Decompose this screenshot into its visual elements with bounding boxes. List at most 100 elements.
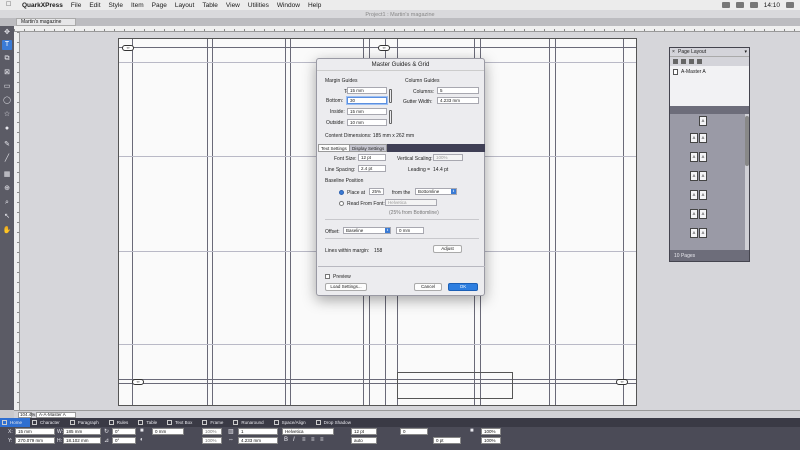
line-spacing-field[interactable]: 2.4 pt bbox=[358, 165, 386, 172]
opacity-field-1[interactable]: 100% bbox=[202, 428, 222, 435]
menu-utilities[interactable]: Utilities bbox=[248, 2, 269, 9]
gutter-field[interactable]: 4.233 mm bbox=[238, 437, 278, 444]
menu-table[interactable]: Table bbox=[202, 2, 218, 9]
page-thumb[interactable]: A bbox=[690, 152, 698, 162]
table-tool-icon[interactable]: ▦ bbox=[2, 170, 12, 180]
menu-layout[interactable]: Layout bbox=[175, 2, 195, 9]
menu-page[interactable]: Page bbox=[152, 2, 167, 9]
tab-text-settings[interactable]: Text Settings bbox=[318, 144, 350, 152]
page-thumb[interactable]: A bbox=[699, 228, 707, 238]
frame-width-field[interactable]: 0 mm bbox=[152, 428, 184, 435]
pages-area[interactable]: A A A A A A A A A A A A A bbox=[670, 114, 749, 250]
duplicate-page-icon[interactable] bbox=[681, 59, 686, 64]
apple-icon[interactable]:  bbox=[6, 1, 14, 9]
columns-field[interactable]: 1 bbox=[238, 428, 278, 435]
font-size-field[interactable]: 12 pt bbox=[358, 154, 386, 161]
tray-icon[interactable] bbox=[721, 2, 730, 8]
circle-tool-icon[interactable]: ● bbox=[2, 124, 12, 134]
scale-field-2[interactable]: 100% bbox=[481, 437, 501, 444]
tab-runaround[interactable]: Runaround bbox=[231, 418, 271, 427]
color-swatch-icon[interactable]: ■ bbox=[140, 428, 144, 434]
page-thumb[interactable]: A bbox=[699, 116, 707, 126]
new-page-icon[interactable] bbox=[673, 59, 678, 64]
page-thumb[interactable]: A bbox=[699, 152, 707, 162]
page-thumb[interactable]: A bbox=[699, 133, 707, 143]
tab-text-box[interactable]: Text Box bbox=[165, 418, 200, 427]
inside-margin-field[interactable]: 15 mm bbox=[347, 108, 387, 115]
bottom-margin-field[interactable]: 30 bbox=[347, 97, 387, 104]
chain-link-icon[interactable] bbox=[389, 89, 392, 103]
page-thumb[interactable]: A bbox=[690, 133, 698, 143]
menu-edit[interactable]: Edit bbox=[89, 2, 100, 9]
chain-link-icon[interactable]: ∞ bbox=[122, 45, 134, 51]
selected-text-box[interactable] bbox=[397, 372, 513, 399]
zoom-tool-icon[interactable]: ⌕ bbox=[2, 198, 12, 208]
kerning-field[interactable]: 0 bbox=[400, 428, 428, 435]
pages-scrollbar[interactable] bbox=[745, 114, 749, 250]
delete-page-icon[interactable] bbox=[697, 59, 702, 64]
chain-link-icon[interactable] bbox=[389, 110, 392, 124]
menu-help[interactable]: Help bbox=[308, 2, 321, 9]
wifi-icon[interactable] bbox=[735, 2, 744, 8]
tab-drop-shadow[interactable]: Drop Shadow bbox=[314, 418, 359, 427]
page-settings-icon[interactable] bbox=[689, 59, 694, 64]
font-field[interactable]: Helvetica bbox=[282, 428, 334, 435]
page-thumb[interactable]: A bbox=[690, 228, 698, 238]
bold-icon[interactable]: B bbox=[284, 437, 288, 443]
chain-link-icon[interactable]: ∞ bbox=[378, 45, 390, 51]
top-margin-field[interactable]: 15 mm bbox=[347, 87, 387, 94]
offset-mode-select[interactable]: Baseline ⇕ bbox=[343, 227, 391, 234]
gutter-field[interactable]: 4.233 mm bbox=[437, 97, 479, 104]
place-at-radio[interactable] bbox=[339, 190, 344, 195]
oval-tool-icon[interactable]: ◯ bbox=[2, 96, 12, 106]
master-item[interactable]: A-Master A bbox=[673, 69, 746, 75]
read-from-font-radio[interactable] bbox=[339, 201, 344, 206]
hand-tool-icon[interactable]: ✋ bbox=[2, 226, 12, 236]
align-center-icon[interactable]: ≡ bbox=[311, 437, 315, 443]
menu-item[interactable]: Item bbox=[131, 2, 144, 9]
outside-margin-field[interactable]: 10 mm bbox=[347, 119, 387, 126]
tab-space-align[interactable]: Space/Align bbox=[272, 418, 314, 427]
page-thumb[interactable]: A bbox=[699, 171, 707, 181]
picture-tool-icon[interactable]: ⊠ bbox=[2, 68, 12, 78]
read-from-font-field[interactable]: Helvetica bbox=[385, 199, 437, 206]
menu-view[interactable]: View bbox=[226, 2, 240, 9]
h-field[interactable]: 18.102 mm bbox=[63, 437, 101, 444]
tab-display-settings[interactable]: Display Settings bbox=[349, 144, 388, 152]
angle-field[interactable]: 0° bbox=[112, 428, 136, 435]
line-tool-icon[interactable]: ╱ bbox=[2, 154, 12, 164]
columns-field[interactable]: 5 bbox=[437, 87, 479, 94]
frame-tool-icon[interactable]: ▭ bbox=[2, 82, 12, 92]
battery-icon[interactable] bbox=[749, 2, 758, 8]
skew-field[interactable]: 0° bbox=[112, 437, 136, 444]
menu-file[interactable]: File bbox=[71, 2, 81, 9]
tab-paragraph[interactable]: Paragraph bbox=[68, 418, 107, 427]
tracking-field[interactable]: 0 pt bbox=[433, 437, 461, 444]
tab-table[interactable]: Table bbox=[136, 418, 165, 427]
place-at-field[interactable]: 25% bbox=[369, 188, 384, 195]
pen-tool-icon[interactable]: ✎ bbox=[2, 140, 12, 150]
text-tool-icon[interactable]: ⧉ bbox=[2, 54, 12, 64]
align-left-icon[interactable]: ≡ bbox=[302, 437, 306, 443]
offset-value-field[interactable]: 0 mm bbox=[396, 227, 424, 234]
menu-app[interactable]: QuarkXPress bbox=[22, 2, 63, 9]
w-field[interactable]: 185 mm bbox=[63, 428, 101, 435]
text-color-icon[interactable]: ■ bbox=[470, 428, 474, 434]
page-thumb[interactable]: A bbox=[690, 190, 698, 200]
adjust-button[interactable]: Adjust bbox=[433, 245, 462, 253]
cancel-button[interactable]: Cancel bbox=[414, 283, 442, 291]
collapse-icon[interactable]: ▾ bbox=[744, 48, 747, 56]
tab-character[interactable]: Character bbox=[30, 418, 68, 427]
clock[interactable]: 14:10 bbox=[764, 2, 780, 9]
search-icon[interactable] bbox=[786, 2, 794, 8]
scrollbar-thumb[interactable] bbox=[745, 116, 749, 166]
link-tool-icon[interactable]: ⊕ bbox=[2, 184, 12, 194]
x-field[interactable]: 15 mm bbox=[15, 428, 55, 435]
tab-home[interactable]: Home bbox=[0, 418, 31, 427]
star-tool-icon[interactable]: ☆ bbox=[2, 110, 12, 120]
align-right-icon[interactable]: ≡ bbox=[320, 437, 324, 443]
page-thumb[interactable]: A bbox=[699, 190, 707, 200]
document-tab[interactable]: Martin's magazine bbox=[16, 18, 76, 26]
scale-field-1[interactable]: 100% bbox=[481, 428, 501, 435]
item-tool-icon[interactable]: ✥ bbox=[2, 28, 12, 38]
